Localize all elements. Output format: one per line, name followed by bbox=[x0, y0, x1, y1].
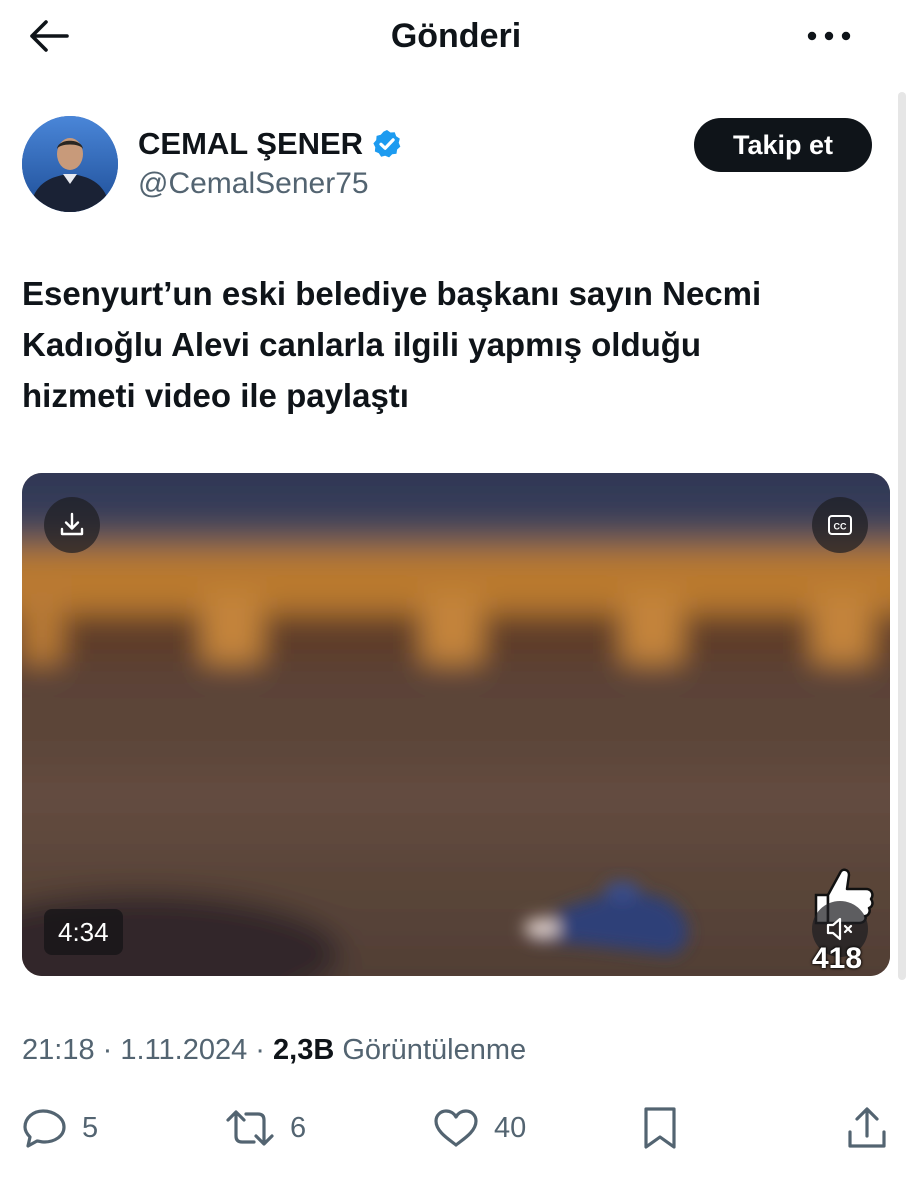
bookmark-icon bbox=[644, 1107, 676, 1149]
share-icon bbox=[848, 1107, 886, 1148]
more-horizontal-icon bbox=[807, 31, 851, 41]
follow-button[interactable]: Takip et bbox=[694, 118, 872, 172]
scrollbar[interactable] bbox=[898, 92, 906, 980]
video-player[interactable]: CC 4:34 418 bbox=[22, 473, 890, 976]
views-label: Görüntülenme bbox=[334, 1034, 527, 1066]
reply-count: 5 bbox=[82, 1111, 99, 1144]
verified-badge-icon bbox=[373, 130, 401, 158]
download-button[interactable] bbox=[44, 497, 100, 553]
author-display-name[interactable]: CEMAL ŞENER bbox=[138, 124, 363, 164]
svg-text:CC: CC bbox=[834, 522, 847, 532]
like-button[interactable]: 40 bbox=[432, 1100, 526, 1156]
captions-button[interactable]: CC bbox=[812, 497, 868, 553]
reply-icon bbox=[23, 1109, 66, 1148]
view-count: 2,3B bbox=[273, 1034, 335, 1066]
mute-icon bbox=[826, 917, 853, 941]
repost-count: 6 bbox=[290, 1111, 307, 1144]
like-count: 40 bbox=[494, 1111, 527, 1144]
page-title: Gönderi bbox=[390, 17, 522, 55]
reply-button[interactable]: 5 bbox=[22, 1100, 98, 1156]
post-date: 1.11.2024 bbox=[120, 1034, 248, 1066]
post-text: Esenyurt’un eski belediye başkanı sayın … bbox=[22, 275, 762, 414]
avatar[interactable] bbox=[22, 116, 118, 212]
top-bar: Gönderi bbox=[0, 0, 912, 72]
post-meta: 21:18 · 1.11.2024 · 2,3B Görüntülenme bbox=[22, 1030, 526, 1070]
meta-separator: · bbox=[247, 1034, 274, 1066]
author-handle[interactable]: @CemalSener75 bbox=[138, 164, 369, 204]
bookmark-button[interactable] bbox=[640, 1100, 680, 1156]
repost-button[interactable]: 6 bbox=[224, 1100, 306, 1156]
share-button[interactable] bbox=[846, 1100, 888, 1156]
action-bar: 5 6 40 bbox=[0, 1100, 912, 1156]
heart-icon bbox=[434, 1109, 478, 1147]
meta-separator: · bbox=[94, 1034, 121, 1066]
download-icon bbox=[60, 512, 84, 536]
video-duration: 4:34 bbox=[44, 909, 123, 955]
captions-icon: CC bbox=[828, 515, 852, 535]
video-overlay-count: 418 bbox=[812, 942, 863, 975]
video-frame bbox=[22, 473, 890, 976]
author-name-row[interactable]: CEMAL ŞENER bbox=[138, 124, 403, 164]
post-time: 21:18 bbox=[22, 1034, 95, 1066]
avatar-image bbox=[22, 116, 118, 212]
more-options-button[interactable] bbox=[804, 16, 854, 56]
repost-icon bbox=[226, 1110, 274, 1146]
